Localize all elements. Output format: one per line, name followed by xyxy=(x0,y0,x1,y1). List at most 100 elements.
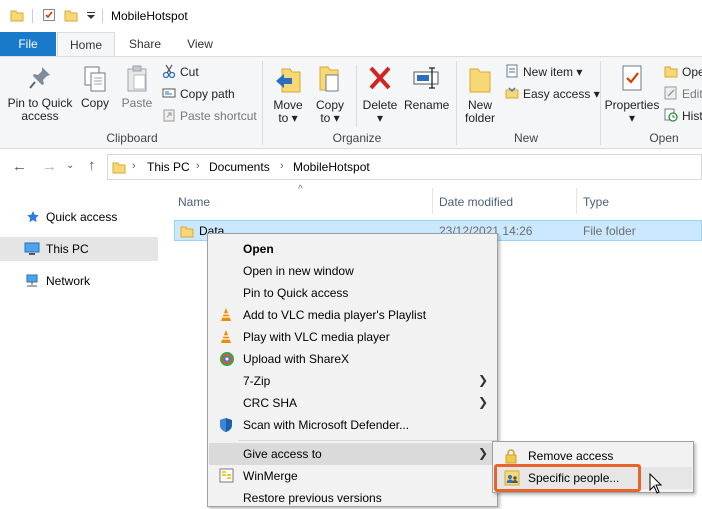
chevron-right-icon[interactable]: › xyxy=(280,160,284,172)
column-name[interactable]: Name xyxy=(178,195,210,209)
rename-icon xyxy=(413,67,439,89)
customize-toolbar-icon[interactable] xyxy=(86,12,96,20)
tab-home[interactable]: Home xyxy=(57,32,115,57)
menu-item-sharex-upload[interactable]: Upload with ShareX xyxy=(209,348,498,370)
highlight-annotation xyxy=(494,464,641,492)
title-bar: MobileHotspot xyxy=(0,0,702,32)
divider xyxy=(356,65,357,127)
recent-locations-chevron-icon[interactable]: ⌄ xyxy=(66,160,74,171)
tab-view[interactable]: View xyxy=(174,32,226,56)
pin-icon xyxy=(29,67,50,89)
new-item-button[interactable]: New item ▾ xyxy=(523,65,582,79)
nav-quick-access[interactable]: Quick access xyxy=(0,206,158,228)
nav-this-pc[interactable]: This PC xyxy=(0,237,158,261)
group-separator xyxy=(262,61,263,145)
breadcrumb-documents[interactable]: Documents xyxy=(209,160,270,174)
column-divider[interactable] xyxy=(576,188,577,214)
menu-item-pin-quick-access[interactable]: Pin to Quick access xyxy=(209,282,498,304)
properties-button[interactable]: Properties ▾ xyxy=(604,63,660,125)
open-button[interactable]: Ope xyxy=(682,65,702,79)
new-folder-icon xyxy=(469,68,491,93)
chevron-right-icon: ❯ xyxy=(477,373,488,387)
copy-label: Copy xyxy=(80,96,109,110)
sharex-icon xyxy=(220,352,234,366)
paste-button[interactable]: Paste xyxy=(118,65,156,110)
up-arrow-icon[interactable]: ↑ xyxy=(88,157,96,174)
menu-item-restore-versions[interactable]: Restore previous versions xyxy=(209,487,498,509)
copy-button[interactable]: Copy xyxy=(78,65,112,110)
easy-access-button[interactable]: Easy access ▾ xyxy=(523,87,600,101)
menu-item-label: Open xyxy=(243,242,274,256)
menu-item-open[interactable]: Open xyxy=(209,238,498,260)
tab-file[interactable]: File xyxy=(0,32,56,56)
menu-item-label: Scan with Microsoft Defender... xyxy=(243,418,410,432)
pin-to-quick-access-button[interactable]: Pin to Quick access xyxy=(4,65,76,123)
window-title: MobileHotspot xyxy=(111,9,188,23)
nav-label: Network xyxy=(46,274,91,288)
copy-path-button[interactable]: Copy path xyxy=(180,87,235,101)
defender-shield-icon xyxy=(220,418,232,432)
cut-button[interactable]: Cut xyxy=(180,65,199,79)
menu-item-open-new-window[interactable]: Open in new window xyxy=(209,260,498,282)
vlc-cone-icon xyxy=(221,330,231,343)
back-arrow-icon[interactable]: ← xyxy=(12,158,27,175)
new-item-icon xyxy=(506,64,518,78)
nav-network[interactable]: Network xyxy=(0,270,158,292)
edit-icon xyxy=(664,86,677,100)
tab-share[interactable]: Share xyxy=(118,32,172,56)
menu-item-label: Pin to Quick access xyxy=(243,286,349,300)
menu-item-label: WinMerge xyxy=(243,469,298,483)
address-row: ← → ⌄ ↑ › This PC › Documents › MobileHo… xyxy=(0,150,702,184)
menu-item-label: Add to VLC media player's Playlist xyxy=(243,308,427,322)
new-item-label: New item xyxy=(523,65,574,79)
computer-icon xyxy=(24,242,40,255)
menu-item-label: CRC SHA xyxy=(243,396,298,410)
history-button[interactable]: Hist xyxy=(682,109,702,123)
chevron-right-icon[interactable]: › xyxy=(196,160,200,172)
column-divider[interactable] xyxy=(432,188,433,214)
paste-shortcut-icon xyxy=(163,109,175,122)
menu-item-7zip[interactable]: 7-Zip ❯ xyxy=(209,370,498,392)
rename-button[interactable]: Rename xyxy=(404,63,450,112)
pin-label-2: access xyxy=(21,109,59,123)
menu-item-label: Upload with ShareX xyxy=(243,352,350,366)
clipboard-group-label: Clipboard xyxy=(106,131,158,145)
breadcrumb-mobilehotspot[interactable]: MobileHotspot xyxy=(293,160,370,174)
menu-item-winmerge[interactable]: WinMerge xyxy=(209,465,498,487)
new-folder-label-2: folder xyxy=(464,111,496,125)
delete-button[interactable]: Delete ▾ xyxy=(360,63,400,125)
menu-item-defender-scan[interactable]: Scan with Microsoft Defender... xyxy=(209,414,498,436)
folder-icon xyxy=(10,10,24,22)
vlc-cone-icon xyxy=(221,308,231,321)
move-to-button[interactable]: Move to ▾ xyxy=(270,63,306,125)
copy-to-label-2: to xyxy=(320,111,331,125)
menu-item-label: Play with VLC media player xyxy=(243,330,390,344)
forward-arrow-icon[interactable]: → xyxy=(42,158,57,175)
column-type[interactable]: Type xyxy=(583,195,609,209)
paste-shortcut-button[interactable]: Paste shortcut xyxy=(180,109,257,123)
properties-icon[interactable] xyxy=(42,8,56,22)
network-icon xyxy=(26,274,38,287)
star-icon xyxy=(27,211,39,223)
context-menu: Open Open in new window Pin to Quick acc… xyxy=(207,233,498,507)
rename-label: Rename xyxy=(404,98,450,112)
menu-item-label: Open in new window xyxy=(243,264,354,278)
menu-item-give-access[interactable]: Give access to ❯ xyxy=(209,443,498,465)
edit-button[interactable]: Edit xyxy=(682,87,702,101)
menu-item-vlc-play[interactable]: Play with VLC media player xyxy=(209,326,498,348)
address-bar[interactable]: › This PC › Documents › MobileHotspot xyxy=(107,154,702,180)
menu-item-crc-sha[interactable]: CRC SHA ❯ xyxy=(209,392,498,414)
copy-to-icon xyxy=(319,66,339,92)
new-folder-button[interactable]: New folder xyxy=(460,63,500,125)
move-to-icon xyxy=(276,68,301,93)
copy-icon xyxy=(84,66,106,92)
menu-item-vlc-playlist[interactable]: Add to VLC media player's Playlist xyxy=(209,304,498,326)
new-folder-icon[interactable] xyxy=(64,8,78,22)
winmerge-icon xyxy=(219,468,234,483)
copy-to-button[interactable]: Copy to ▾ xyxy=(312,63,348,125)
open-icon xyxy=(664,66,678,78)
breadcrumb-this-pc[interactable]: This PC xyxy=(147,160,190,174)
column-date-modified[interactable]: Date modified xyxy=(439,195,513,209)
menu-separator xyxy=(238,440,497,441)
chevron-right-icon[interactable]: › xyxy=(132,160,136,172)
